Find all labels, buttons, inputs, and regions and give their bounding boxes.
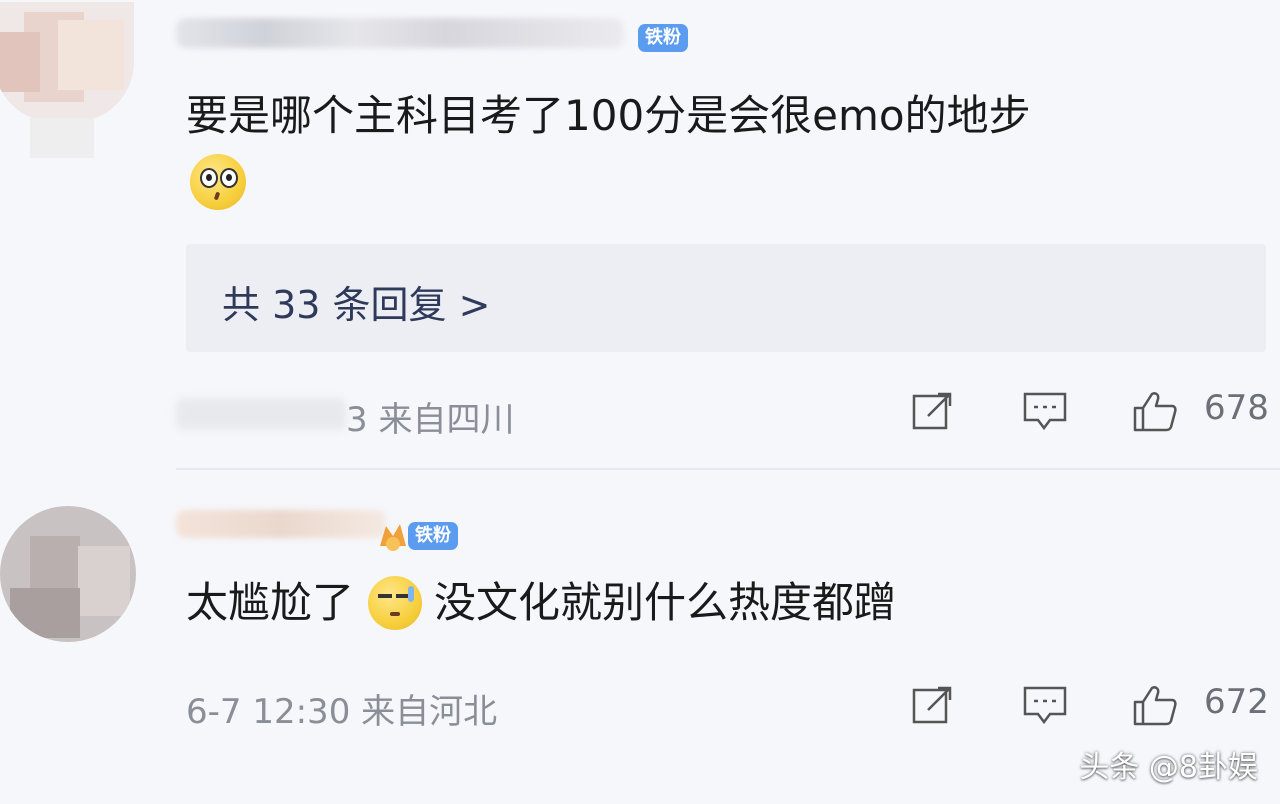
comment-meta: 6-7 12:30 来自河北 bbox=[186, 692, 498, 732]
like-icon[interactable] bbox=[1132, 390, 1178, 432]
comment-icon[interactable] bbox=[1022, 684, 1068, 726]
avatar-shadow bbox=[30, 118, 94, 158]
like-count: 672 bbox=[1204, 682, 1269, 722]
fan-level-icon bbox=[380, 524, 406, 551]
replies-link[interactable]: 共 33 条回复 > bbox=[186, 244, 1266, 352]
fan-badge: 铁粉 bbox=[408, 522, 458, 550]
surprised-emoji-icon bbox=[190, 154, 246, 210]
timestamp-blurred bbox=[176, 398, 346, 430]
share-icon[interactable] bbox=[910, 684, 956, 726]
like-icon[interactable] bbox=[1132, 684, 1178, 726]
avatar[interactable] bbox=[0, 2, 134, 122]
avatar[interactable] bbox=[0, 506, 136, 642]
comment-text-before: 太尴尬了 bbox=[186, 578, 355, 627]
like-count: 678 bbox=[1204, 388, 1269, 428]
comment-text: 太尴尬了 没文化就别什么热度都蹭 bbox=[186, 576, 896, 630]
comment-actions: 678 bbox=[908, 384, 1278, 440]
watermark: 头条 @8卦娱 bbox=[1079, 750, 1258, 785]
username-blurred[interactable] bbox=[176, 18, 624, 48]
awkward-emoji-icon bbox=[368, 576, 423, 630]
replies-label: 共 33 条回复 > bbox=[222, 283, 491, 327]
share-icon[interactable] bbox=[910, 390, 956, 432]
username-blurred[interactable] bbox=[176, 510, 386, 538]
comment-icon[interactable] bbox=[1022, 390, 1068, 432]
comment-item: 铁粉 要是哪个主科目考了100分是会很emo的地步 共 33 条回复 > 3 来… bbox=[0, 0, 1280, 470]
fan-badge: 铁粉 bbox=[638, 24, 688, 52]
comment-actions: 672 bbox=[908, 678, 1278, 734]
comment-text: 要是哪个主科目考了100分是会很emo的地步 bbox=[186, 91, 1031, 140]
comment-text-after: 没文化就别什么热度都蹭 bbox=[434, 578, 897, 627]
comment-meta: 3 来自四川 bbox=[346, 400, 515, 440]
